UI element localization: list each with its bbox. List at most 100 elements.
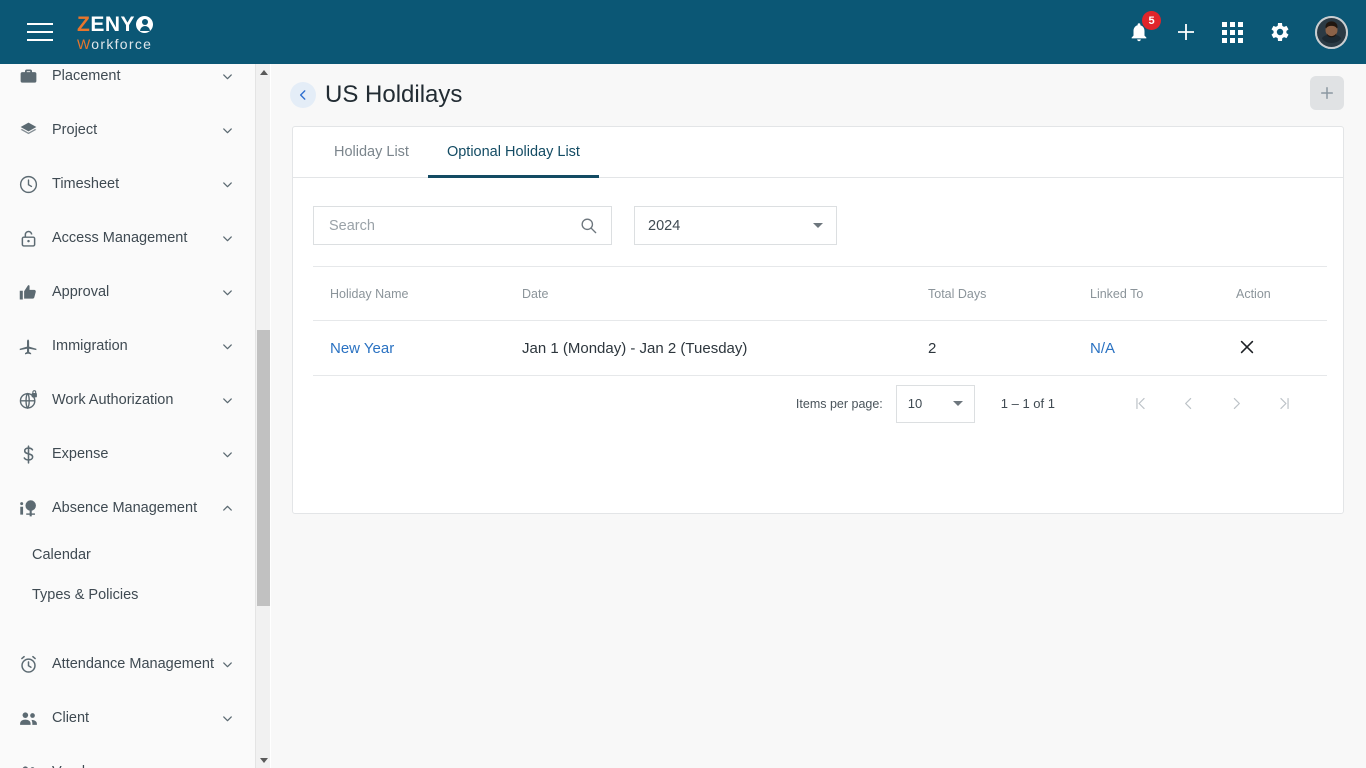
- column-header-total-days: Total Days: [911, 266, 1073, 321]
- chevron-down-icon[interactable]: [220, 123, 235, 138]
- page-header: US Holdilays: [271, 64, 1366, 126]
- app-logo[interactable]: Z ENY Workforce: [77, 12, 154, 51]
- person-tree-icon: [14, 498, 42, 519]
- delete-holiday-button[interactable]: [1236, 336, 1258, 358]
- people-icon: [14, 762, 42, 768]
- gear-icon: [1271, 23, 1289, 41]
- search-box[interactable]: [313, 206, 612, 245]
- scrollbar-thumb[interactable]: [257, 330, 270, 606]
- sidebar-item-timesheet[interactable]: Timesheet: [0, 157, 255, 211]
- cell-total-days: 2: [911, 320, 1073, 376]
- hamburger-menu-icon[interactable]: [27, 23, 53, 41]
- chevron-down-icon[interactable]: [220, 285, 235, 300]
- items-per-page-label: Items per page:: [795, 396, 883, 411]
- cell-action: [1219, 320, 1327, 376]
- chevron-down-icon: [952, 401, 963, 406]
- tab-label: Holiday List: [334, 144, 409, 160]
- top-header: Z ENY Workforce 5: [0, 0, 1366, 64]
- cell-linked-to: N/A: [1073, 320, 1219, 376]
- sidebar-item-access-management[interactable]: Access Management: [0, 211, 255, 265]
- sidebar-item-placement[interactable]: Placement: [0, 64, 255, 103]
- previous-page-button[interactable]: [1169, 385, 1207, 423]
- chevron-down-icon[interactable]: [220, 177, 235, 192]
- previous-page-icon: [1184, 397, 1191, 410]
- sidebar-scrollbar[interactable]: [255, 64, 270, 768]
- tab-optional-holiday-list[interactable]: Optional Holiday List: [427, 127, 599, 178]
- add-button[interactable]: [1174, 20, 1198, 44]
- filter-bar: 2024: [293, 178, 1343, 245]
- chevron-down-icon[interactable]: [220, 657, 235, 672]
- last-page-icon: [1279, 397, 1289, 410]
- plus-icon: [1178, 24, 1194, 40]
- lock-icon: [14, 228, 42, 249]
- chevron-down-icon[interactable]: [220, 393, 235, 408]
- logo-person-circle-icon: [136, 15, 154, 33]
- tab-label: Optional Holiday List: [446, 144, 580, 160]
- linked-to-link[interactable]: N/A: [1090, 340, 1115, 357]
- sidebar-item-expense[interactable]: Expense: [0, 427, 255, 481]
- sidebar-item-attendance-management[interactable]: Attendance Management: [0, 637, 255, 691]
- clock-icon: [14, 174, 42, 195]
- close-x-icon: [1240, 340, 1254, 353]
- column-header-action: Action: [1219, 266, 1327, 321]
- sidebar-item-label: Work Authorization: [52, 392, 174, 408]
- holiday-name-link[interactable]: New Year: [330, 340, 394, 357]
- chevron-down-icon[interactable]: [220, 69, 235, 84]
- back-button[interactable]: [290, 82, 316, 108]
- sidebar-scroll-area: Placement Project Timesheet Access Manageme…: [0, 64, 255, 768]
- chevron-down-icon[interactable]: [220, 711, 235, 726]
- sidebar-item-label: Placement: [52, 68, 121, 84]
- sidebar-item-approval[interactable]: Approval: [0, 265, 255, 319]
- scroll-up-arrow-icon[interactable]: [256, 64, 271, 80]
- first-page-icon: [1135, 397, 1145, 410]
- sidebar-item-project[interactable]: Project: [0, 103, 255, 157]
- pagination-range-label: 1 – 1 of 1: [1000, 396, 1055, 411]
- chevron-down-icon[interactable]: [220, 231, 235, 246]
- holiday-card: Holiday List Optional Holiday List 2024 H…: [292, 126, 1344, 514]
- settings-button[interactable]: [1267, 20, 1291, 44]
- cell-holiday-name: New Year: [313, 320, 505, 376]
- chevron-up-icon[interactable]: [220, 501, 235, 516]
- sidebar-item-client[interactable]: Client: [0, 691, 255, 745]
- logo-letter-z: Z: [77, 12, 91, 36]
- airplane-icon: [14, 336, 42, 357]
- sidebar-item-label: Access Management: [52, 230, 188, 246]
- sidebar-item-immigration[interactable]: Immigration: [0, 319, 255, 373]
- chevron-down-icon[interactable]: [220, 339, 235, 354]
- sidebar-item-absence-management[interactable]: Absence Management: [0, 481, 255, 535]
- plus-icon: [1321, 87, 1333, 99]
- chevron-down-icon[interactable]: [220, 765, 235, 768]
- column-header-date: Date: [505, 266, 911, 321]
- apps-grid-icon: [1222, 21, 1243, 43]
- sidebar-subitem-calendar[interactable]: Calendar: [0, 535, 255, 575]
- add-holiday-button[interactable]: [1310, 76, 1344, 110]
- tab-holiday-list[interactable]: Holiday List: [315, 127, 428, 177]
- people-icon: [14, 708, 42, 729]
- sidebar-item-label: Project: [52, 122, 98, 138]
- sidebar-item-vendor[interactable]: Vendor: [0, 745, 255, 768]
- notifications-button[interactable]: 5: [1128, 11, 1161, 44]
- year-select[interactable]: 2024: [634, 206, 837, 245]
- search-icon[interactable]: [579, 216, 598, 235]
- year-select-value: 2024: [648, 217, 681, 234]
- user-avatar[interactable]: [1315, 15, 1348, 49]
- page-title: US Holdilays: [325, 81, 463, 108]
- chevron-down-icon: [813, 223, 823, 228]
- apps-button[interactable]: [1222, 21, 1243, 43]
- first-page-button[interactable]: [1121, 385, 1159, 423]
- sidebar-item-label: Approval: [52, 284, 110, 300]
- items-per-page-select[interactable]: 10: [895, 384, 975, 423]
- search-input[interactable]: [327, 216, 579, 235]
- logo-letters-eny: ENY: [90, 12, 136, 36]
- dollar-icon: [14, 444, 42, 465]
- chevron-left-icon: [299, 90, 306, 100]
- cell-date: Jan 1 (Monday) - Jan 2 (Tuesday): [505, 320, 911, 376]
- sidebar-item-work-authorization[interactable]: Work Authorization: [0, 373, 255, 427]
- sidebar-subitem-types-policies[interactable]: Types & Policies: [0, 575, 255, 615]
- next-page-button[interactable]: [1217, 385, 1255, 423]
- scroll-down-arrow-icon[interactable]: [256, 752, 271, 768]
- chevron-down-icon[interactable]: [220, 447, 235, 462]
- last-page-button[interactable]: [1265, 385, 1303, 423]
- sidebar-item-label: Absence Management: [52, 500, 198, 516]
- logo-secondary-text: Workforce: [77, 37, 153, 51]
